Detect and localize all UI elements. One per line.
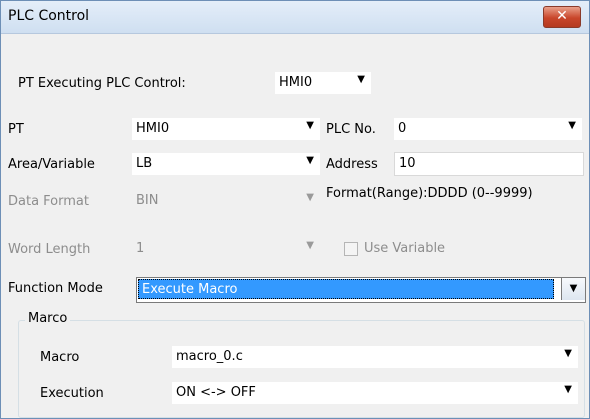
address-label: Address — [326, 157, 378, 172]
dialog-title: PLC Control — [8, 8, 90, 24]
area-variable-select[interactable]: LB ▼ — [132, 153, 320, 175]
chevron-down-icon: ▼ — [306, 120, 314, 131]
chevron-down-icon: ▼ — [564, 384, 572, 395]
pt-select[interactable]: HMI0 ▼ — [132, 118, 320, 140]
pt-executing-select[interactable]: HMI0 ▼ — [275, 72, 371, 94]
pt-executing-label: PT Executing PLC Control: — [18, 76, 186, 91]
macro-label: Macro — [40, 350, 80, 365]
plc-control-dialog: PLC Control ✕ PT Executing PLC Control: … — [0, 0, 590, 419]
function-mode-label: Function Mode — [8, 281, 103, 296]
chevron-down-icon: ▼ — [564, 348, 572, 359]
execution-value: ON <-> OFF — [176, 385, 256, 400]
word-length-label: Word Length — [8, 242, 91, 257]
dialog-body: PT Executing PLC Control: HMI0 ▼ PT HMI0… — [1, 34, 589, 418]
close-button[interactable]: ✕ — [543, 6, 581, 28]
function-mode-selection: Execute Macro — [138, 279, 554, 299]
macro-select[interactable]: macro_0.c ▼ — [172, 346, 578, 368]
chevron-down-icon: ▼ — [357, 74, 365, 85]
function-mode-value: Execute Macro — [142, 282, 238, 297]
execution-select[interactable]: ON <-> OFF ▼ — [172, 382, 578, 404]
close-icon: ✕ — [556, 8, 568, 24]
data-format-label: Data Format — [8, 194, 89, 209]
use-variable-checkbox[interactable] — [344, 242, 358, 256]
area-variable-value: LB — [136, 156, 153, 171]
format-range-text: Format(Range):DDDD (0--9999) — [326, 186, 533, 201]
execution-label: Execution — [40, 386, 104, 401]
area-variable-label: Area/Variable — [8, 157, 95, 172]
plc-no-label: PLC No. — [326, 122, 376, 137]
macro-group-title: Marco — [25, 311, 71, 326]
address-input[interactable]: 10 — [394, 152, 584, 176]
use-variable-label: Use Variable — [364, 241, 446, 256]
pt-label: PT — [8, 122, 24, 137]
plc-no-select[interactable]: 0 ▼ — [394, 118, 582, 140]
macro-value: macro_0.c — [176, 349, 243, 364]
chevron-down-icon: ▼ — [306, 155, 314, 166]
address-value: 10 — [399, 156, 416, 171]
chevron-down-icon: ▼ — [569, 283, 578, 294]
function-mode-dropdown-button[interactable]: ▼ — [561, 278, 585, 300]
title-bar: PLC Control ✕ — [1, 1, 589, 34]
chevron-down-icon: ▼ — [306, 192, 314, 203]
pt-executing-value: HMI0 — [279, 75, 313, 90]
chevron-down-icon: ▼ — [568, 120, 576, 131]
data-format-value: BIN — [136, 193, 159, 208]
word-length-value: 1 — [136, 241, 145, 256]
chevron-down-icon: ▼ — [306, 240, 314, 251]
data-format-select[interactable]: BIN ▼ — [132, 190, 320, 212]
function-mode-select[interactable]: Execute Macro ▼ — [136, 277, 586, 303]
word-length-select[interactable]: 1 ▼ — [132, 238, 320, 260]
plc-no-value: 0 — [398, 121, 407, 136]
pt-value: HMI0 — [136, 121, 170, 136]
